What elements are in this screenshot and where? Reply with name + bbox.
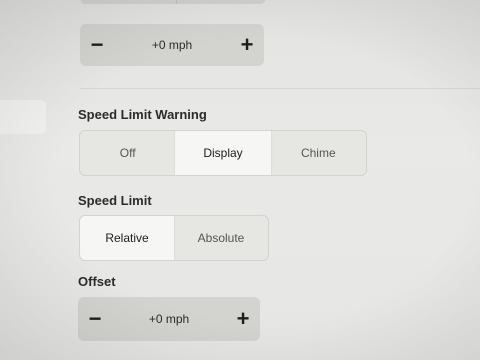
decrement-button[interactable]: − <box>80 24 114 66</box>
offset-label: Offset <box>78 274 116 289</box>
offset-stepper: − +0 mph + <box>78 297 260 341</box>
speed-limit-warning-label: Speed Limit Warning <box>78 107 207 122</box>
speed-limit-absolute-option[interactable]: Absolute <box>174 216 268 260</box>
section-divider <box>80 88 480 89</box>
speed-limit-warning-display-option[interactable]: Display <box>175 131 271 175</box>
speed-limit-label: Speed Limit <box>78 193 152 208</box>
speed-limit-control: Relative Absolute <box>79 215 269 261</box>
segment-divider <box>176 0 177 4</box>
top-segmented-control-partial[interactable] <box>80 0 266 4</box>
top-offset-value: +0 mph <box>151 38 193 52</box>
speed-limit-warning-control: Off Display Chime <box>79 130 367 176</box>
speed-limit-relative-option[interactable]: Relative <box>80 216 174 260</box>
offset-value: +0 mph <box>148 312 190 326</box>
increment-button[interactable]: + <box>226 297 260 341</box>
decrement-button[interactable]: − <box>78 297 112 341</box>
sidebar-selected-item[interactable] <box>0 100 46 134</box>
speed-limit-warning-off-option[interactable]: Off <box>80 131 175 175</box>
speed-limit-warning-chime-option[interactable]: Chime <box>271 131 366 175</box>
increment-button[interactable]: + <box>230 24 264 66</box>
top-offset-stepper: − +0 mph + <box>80 24 264 66</box>
